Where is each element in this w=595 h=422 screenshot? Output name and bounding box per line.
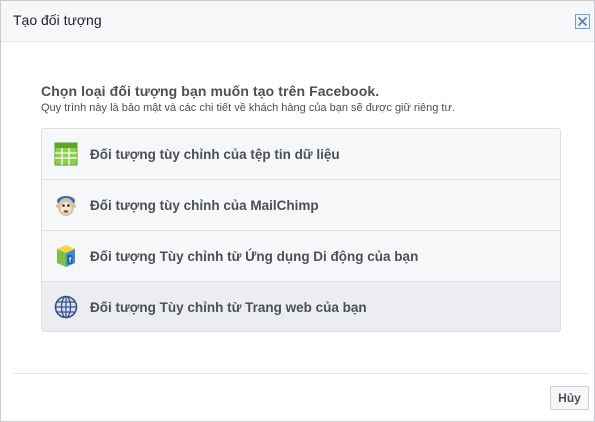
create-audience-dialog: Tạo đối tượng Chọn loại đối tượng bạn mu… xyxy=(0,0,595,422)
dialog-header: Tạo đối tượng xyxy=(1,1,594,42)
option-website[interactable]: Đối tượng Tùy chỉnh từ Trang web của bạn xyxy=(42,282,560,331)
intro-title: Chọn loại đối tượng bạn muốn tạo trên Fa… xyxy=(41,83,380,99)
mobile-app-icon: f xyxy=(57,245,75,267)
option-label: Đối tượng Tùy chỉnh từ Trang web của bạn xyxy=(90,300,367,315)
globe-icon xyxy=(54,295,78,319)
audience-options-list: Đối tượng tùy chỉnh của tệp tin dữ liệu … xyxy=(41,128,561,332)
intro-subtitle: Quy trình này là bảo mật và các chi tiết… xyxy=(41,102,455,114)
option-data-file[interactable]: Đối tượng tùy chỉnh của tệp tin dữ liệu xyxy=(42,129,560,180)
footer-divider xyxy=(13,373,588,374)
option-label: Đối tượng tùy chỉnh của MailChimp xyxy=(90,198,319,213)
close-icon xyxy=(577,16,588,27)
option-label: Đối tượng Tùy chỉnh từ Ứng dụng Di động … xyxy=(90,249,419,264)
close-button[interactable] xyxy=(575,14,590,29)
spreadsheet-icon xyxy=(54,142,78,166)
option-mobile-app[interactable]: f Đối tượng Tùy chỉnh từ Ứng dụng Di độn… xyxy=(42,231,560,282)
option-label: Đối tượng tùy chỉnh của tệp tin dữ liệu xyxy=(90,147,340,162)
dialog-title: Tạo đối tượng xyxy=(13,12,102,28)
option-mailchimp[interactable]: Đối tượng tùy chỉnh của MailChimp xyxy=(42,180,560,231)
cancel-button[interactable]: Hủy xyxy=(550,386,589,410)
mailchimp-icon xyxy=(56,196,76,216)
